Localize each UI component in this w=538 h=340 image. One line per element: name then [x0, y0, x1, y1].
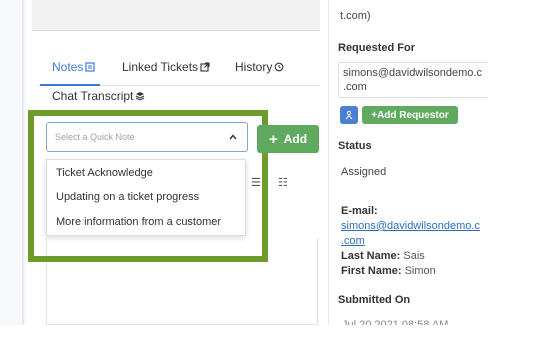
- history-icon: [274, 62, 284, 72]
- add-requestor-button[interactable]: +Add Requestor: [362, 106, 458, 124]
- bottom-edge: [0, 325, 538, 340]
- first-name-row: First Name: Simon: [341, 265, 436, 277]
- email-link-line2[interactable]: .com: [341, 235, 365, 247]
- header-partial-text: t.com): [340, 10, 371, 22]
- users-icon: [345, 110, 353, 120]
- last-name-label: Last Name:: [341, 250, 401, 262]
- quick-note-dropdown: Ticket Acknowledge Updating on a ticket …: [46, 159, 246, 236]
- submitted-on-label: Submitted On: [338, 294, 411, 306]
- add-requestor-label: +Add Requestor: [371, 109, 449, 121]
- panel-divider: [328, 0, 329, 325]
- requested-for-email-line1: simons@davidwilsondemo.c: [343, 67, 482, 79]
- requested-for-label: Requested For: [338, 42, 416, 54]
- quick-note-option[interactable]: More information from a customer: [56, 216, 221, 228]
- tab-history[interactable]: History: [235, 60, 284, 74]
- quick-note-select[interactable]: Select a Quick Note: [46, 122, 248, 152]
- plus-icon: +: [268, 130, 278, 148]
- status-value: Assigned: [341, 166, 387, 178]
- quick-note-placeholder: Select a Quick Note: [55, 132, 135, 142]
- subject-field-partial[interactable]: [32, 0, 320, 31]
- quick-note-option[interactable]: Ticket Acknowledge: [56, 167, 153, 179]
- quick-note-option[interactable]: Updating on a ticket progress: [56, 191, 199, 203]
- chat-icon: [136, 92, 145, 101]
- email-label: E-mail:: [341, 205, 378, 217]
- tab-linked-tickets[interactable]: Linked Tickets: [122, 60, 210, 74]
- external-link-icon: [200, 62, 210, 72]
- note-icon: [85, 62, 95, 72]
- active-tab-indicator: [40, 84, 100, 86]
- first-name-label: First Name:: [341, 265, 402, 277]
- tab-notes[interactable]: Notes: [52, 60, 95, 74]
- add-note-button[interactable]: + Add: [257, 125, 319, 153]
- last-name-value: Sais: [403, 250, 425, 262]
- tab-notes-label: Notes: [52, 60, 84, 74]
- chevron-up-icon: [229, 134, 237, 140]
- status-label: Status: [338, 140, 372, 152]
- tab-chat-transcript-label: Chat Transcript: [52, 89, 134, 103]
- user-lookup-button[interactable]: [340, 106, 358, 124]
- add-note-button-label: Add: [283, 132, 308, 146]
- last-name-row: Last Name: Sais: [341, 250, 425, 262]
- first-name-value: Simon: [404, 265, 436, 277]
- left-sidebar-border: [22, 0, 24, 340]
- email-link-line1[interactable]: simons@davidwilsondemo.c: [341, 220, 480, 232]
- tab-history-label: History: [235, 60, 273, 74]
- tab-linked-tickets-label: Linked Tickets: [122, 60, 199, 74]
- ordered-list-icon[interactable]: ☷: [278, 176, 288, 189]
- tab-chat-transcript[interactable]: Chat Transcript: [52, 89, 145, 103]
- requested-for-email-line2: .com: [343, 81, 367, 93]
